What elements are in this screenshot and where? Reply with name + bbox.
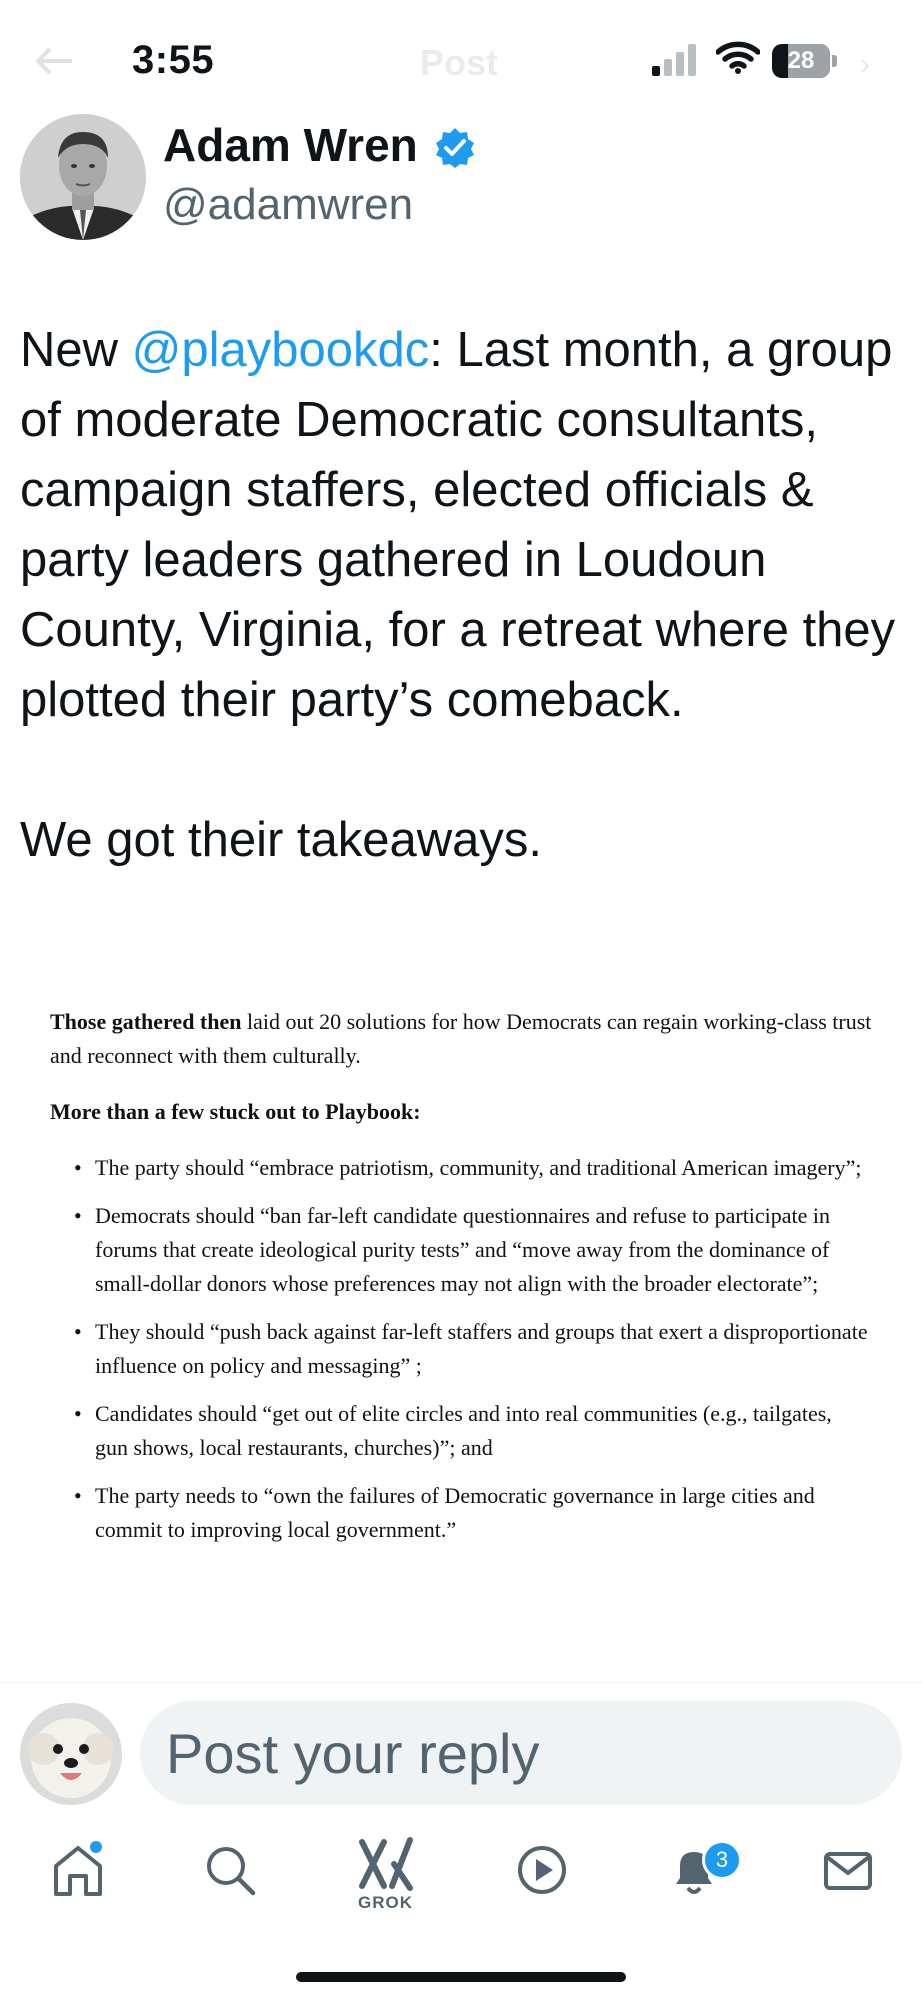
battery-icon: 28 [772,44,838,78]
tweet-text-body: : Last month, a group of moderate Democr… [20,323,896,727]
tab-grok[interactable] [356,1836,416,1896]
tweet-text-second: We got their takeaways. [20,813,543,867]
battery-level: 28 [787,47,815,74]
user-avatar[interactable] [20,1703,122,1805]
home-indicator [296,1972,626,1982]
wifi-icon [716,41,760,74]
tab-video[interactable] [512,1840,572,1900]
home-unread-dot [90,1841,102,1853]
author-handle[interactable]: @adamwren [163,180,413,230]
tweet-author: Adam Wren @adamwren [20,114,900,244]
tab-messages[interactable] [818,1840,878,1900]
article-bullet-list: The party should “embrace patriotism, co… [50,1151,870,1561]
tweet-text: New @playbookdc: Last month, a group of … [20,315,900,875]
search-icon [207,1847,256,1896]
divider [0,1682,922,1683]
signal-icon [652,44,696,76]
tweet-media-image[interactable]: Those gathered then laid out 20 solution… [0,975,922,1675]
grok-label: GROK [358,1893,413,1912]
tweet-text-prefix: New [20,323,132,377]
status-time: 3:55 [132,38,215,82]
article-bullet: Candidates should “get out of elite circ… [50,1397,870,1465]
more-options-icon[interactable]: › [860,48,870,82]
reply-input[interactable] [140,1701,902,1805]
status-bar: Post › 3:55 28 [0,0,922,120]
tab-search[interactable] [200,1840,260,1900]
article-bold-lead: Those gathered then [50,1009,242,1034]
article-bullet: They should “push back against far-left … [50,1315,870,1383]
grok-icon [359,1837,413,1891]
mention-link[interactable]: @playbookdc [132,323,430,377]
background-page-title: Post [420,42,499,83]
messages-icon [824,1852,872,1890]
back-arrow-icon[interactable] [34,46,74,76]
notification-count-badge: 3 [702,1840,742,1880]
article-bullet: The party needs to “own the failures of … [50,1479,870,1547]
author-name[interactable]: Adam Wren [163,118,418,172]
article-paragraph: Those gathered then laid out 20 solution… [50,1005,880,1073]
article-subheading: More than a few stuck out to Playbook: [50,1099,421,1124]
video-icon [518,1846,566,1894]
article-bullet: Democrats should “ban far-left candidate… [50,1199,870,1301]
author-avatar[interactable] [20,114,146,240]
article-bullet: The party should “embrace patriotism, co… [50,1151,870,1185]
verified-badge-icon[interactable] [433,126,477,170]
